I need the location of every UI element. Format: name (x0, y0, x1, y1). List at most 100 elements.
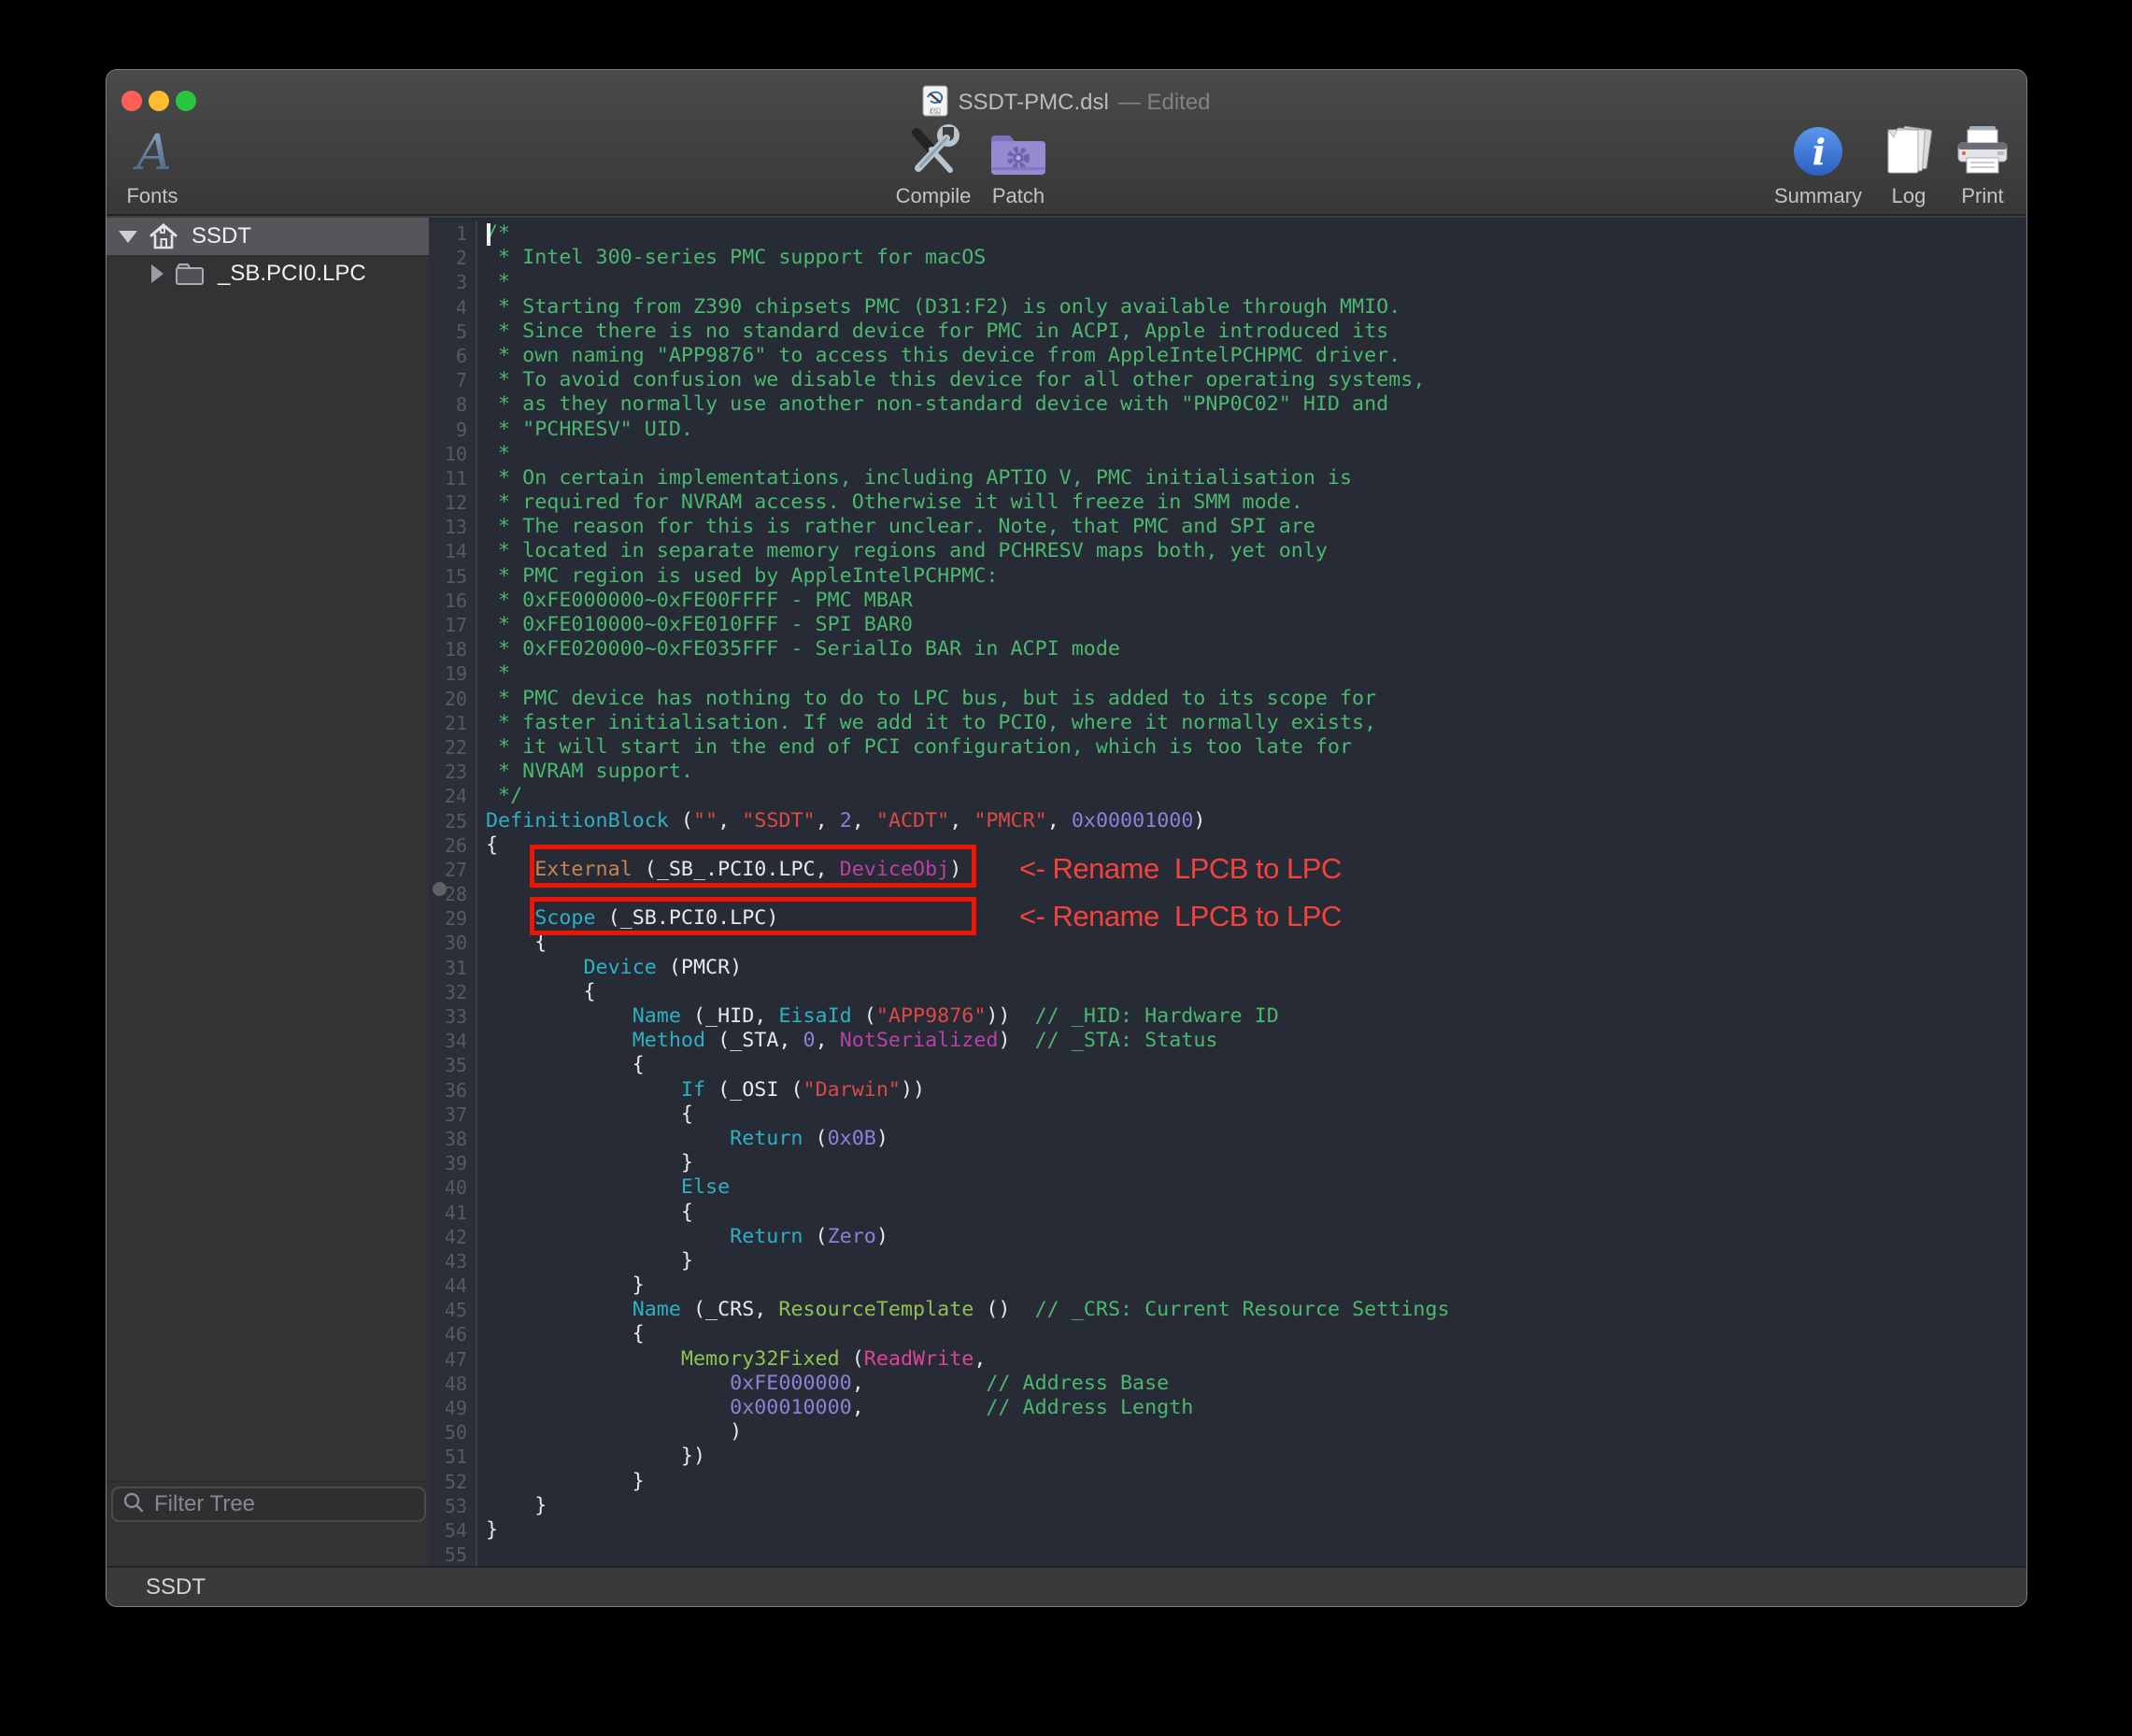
line-number: 12 (429, 491, 477, 515)
line-number: 30 (429, 931, 477, 955)
toolbar-item-fonts[interactable]: A Fonts (106, 122, 218, 208)
line-number: 37 (429, 1103, 477, 1127)
annotation-rename-2: <- Rename LPCB to LPC (1019, 900, 1342, 933)
search-icon (122, 1491, 145, 1518)
line-number: 36 (429, 1078, 477, 1103)
text-caret (487, 223, 490, 246)
code-line: 6 * own naming "APP9876" to access this … (429, 344, 2026, 368)
code-line: 35 { (429, 1053, 2026, 1077)
line-number: 5 (429, 320, 477, 344)
fonts-serif-a-icon: A (106, 122, 218, 180)
code-line: 3 * (429, 270, 2026, 294)
toolbar-label: Fonts (106, 184, 218, 208)
home-icon (149, 222, 178, 250)
chevron-down-icon[interactable] (119, 231, 137, 243)
line-number: 45 (429, 1298, 477, 1322)
code-line: 52 } (429, 1470, 2026, 1494)
code-line: 47 Memory32Fixed (ReadWrite, (429, 1347, 2026, 1372)
tree-child-label: _SB.PCI0.LPC (218, 261, 366, 287)
tree-row-ssdt[interactable]: SSDT (107, 218, 429, 255)
line-number: 42 (429, 1225, 477, 1249)
code-lines: 1/*2 * Intel 300-series PMC support for … (429, 221, 2026, 1566)
code-line: 8 * as they normally use another non-sta… (429, 392, 2026, 417)
line-number: 23 (429, 760, 477, 784)
line-number: 32 (429, 980, 477, 1004)
status-text: SSDT (146, 1574, 206, 1601)
line-number: 41 (429, 1201, 477, 1225)
close-button[interactable] (121, 91, 142, 111)
line-number: 13 (429, 515, 477, 539)
chevron-right-icon[interactable] (151, 264, 163, 283)
code-line: 43 } (429, 1249, 2026, 1274)
code-line: 34 Method (_STA, 0, NotSerialized) // _S… (429, 1029, 2026, 1053)
line-number: 1 (429, 221, 477, 246)
code-line: 49 0x00010000, // Address Length (429, 1396, 2026, 1420)
line-number: 51 (429, 1444, 477, 1469)
code-line: 5 * Since there is no standard device fo… (429, 320, 2026, 344)
code-line: 19 * (429, 662, 2026, 686)
line-number: 52 (429, 1470, 477, 1494)
code-line: 48 0xFE000000, // Address Base (429, 1372, 2026, 1396)
code-line: 10 * (429, 442, 2026, 466)
filter-field[interactable] (111, 1487, 426, 1522)
titlebar[interactable]: DSL SSDT-PMC.dsl — Edited (219, 87, 1914, 119)
svg-text:DSL: DSL (931, 109, 941, 115)
line-number: 20 (429, 687, 477, 711)
code-line: 13 * The reason for this is rather uncle… (429, 515, 2026, 539)
code-line: 54} (429, 1518, 2026, 1543)
code-line: 39 } (429, 1151, 2026, 1175)
minimize-button[interactable] (149, 91, 169, 111)
line-number: 19 (429, 662, 477, 686)
line-number: 9 (429, 418, 477, 442)
window-title: SSDT-PMC.dsl (958, 90, 1108, 116)
highlight-box-scope (530, 897, 976, 935)
line-number: 53 (429, 1494, 477, 1518)
code-line: 9 * "PCHRESV" UID. (429, 418, 2026, 442)
highlight-box-external (530, 845, 976, 888)
toolbar-item-patch[interactable]: Patch (953, 122, 1084, 208)
line-number: 27 (429, 858, 477, 882)
code-line: 40 Else (429, 1175, 2026, 1200)
document-icon: DSL (922, 85, 948, 121)
line-number: 35 (429, 1053, 477, 1077)
line-number: 2 (429, 246, 477, 270)
line-number: 34 (429, 1029, 477, 1053)
code-line: 50 ) (429, 1420, 2026, 1444)
line-number: 8 (429, 392, 477, 417)
svg-text:A: A (133, 125, 172, 178)
code-line: 16 * 0xFE000000~0xFE00FFFF - PMC MBAR (429, 589, 2026, 613)
code-line: 11 * On certain implementations, includi… (429, 466, 2026, 491)
filter-input[interactable] (152, 1490, 415, 1518)
breakpoint-dot-icon[interactable] (433, 882, 447, 896)
line-number: 21 (429, 711, 477, 735)
line-number: 10 (429, 442, 477, 466)
line-number: 4 (429, 295, 477, 320)
line-number: 18 (429, 637, 477, 662)
code-editor[interactable]: 1/*2 * Intel 300-series PMC support for … (429, 218, 2026, 1566)
code-line: 22 * it will start in the end of PCI con… (429, 735, 2026, 760)
code-line: 20 * PMC device has nothing to do to LPC… (429, 687, 2026, 711)
code-line: 7 * To avoid confusion we disable this d… (429, 368, 2026, 392)
line-number: 47 (429, 1347, 477, 1372)
status-bar: SSDT (107, 1566, 2026, 1606)
line-number: 49 (429, 1396, 477, 1420)
tree-row-sb-pci0-lpc[interactable]: _SB.PCI0.LPC (107, 255, 429, 292)
line-number: 46 (429, 1322, 477, 1346)
code-line: 21 * faster initialisation. If we add it… (429, 711, 2026, 735)
line-number: 50 (429, 1420, 477, 1444)
line-number: 44 (429, 1274, 477, 1298)
zoom-button[interactable] (176, 91, 196, 111)
patch-folder-gear-icon (953, 122, 1084, 180)
code-line: 42 Return (Zero) (429, 1225, 2026, 1249)
annotation-rename-1: <- Rename LPCB to LPC (1019, 852, 1342, 886)
code-line: 44 } (429, 1274, 2026, 1298)
code-line: 18 * 0xFE020000~0xFE035FFF - SerialIo BA… (429, 637, 2026, 662)
app-window: DSL SSDT-PMC.dsl — Edited A Fonts (106, 69, 2027, 1607)
code-line: 41 { (429, 1201, 2026, 1225)
code-line: 1/* (429, 221, 2026, 246)
code-line: 32 { (429, 980, 2026, 1004)
toolbar-item-print[interactable]: Print (1917, 122, 2027, 208)
code-line: 53 } (429, 1494, 2026, 1518)
line-number: 38 (429, 1127, 477, 1151)
acpi-tree[interactable]: SSDT _SB.PCI0.LPC (107, 218, 429, 1482)
